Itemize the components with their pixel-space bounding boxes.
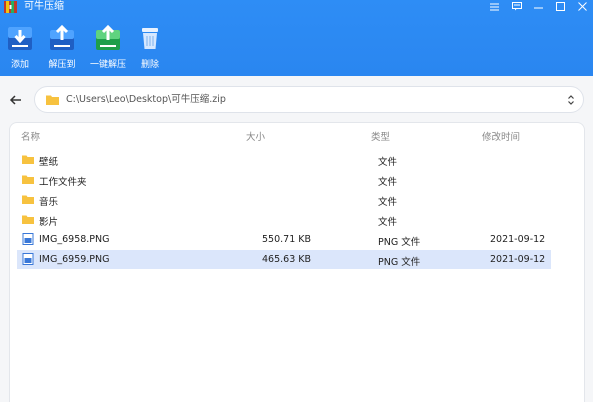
extract-to-button[interactable]: 解压到	[40, 22, 84, 74]
file-name: 影片	[39, 217, 59, 228]
file-size: 465.63 KB	[262, 254, 312, 265]
toolbar: 添加 解压到 一键解压 删除	[0, 22, 168, 74]
folder-icon	[22, 195, 34, 204]
extract-to-icon	[47, 22, 77, 54]
file-modified: 2021-09-12	[490, 254, 546, 265]
minimize-button[interactable]	[532, 0, 545, 13]
file-type: 文件	[378, 217, 398, 228]
path-dropdown-icon[interactable]	[567, 94, 575, 106]
add-icon	[5, 22, 35, 54]
title-bar: 可牛压缩	[0, 0, 593, 14]
file-name: IMG_6958.PNG	[39, 234, 110, 245]
file-row[interactable]: 壁纸 文件	[17, 150, 551, 169]
image-file-icon	[22, 233, 34, 245]
folder-icon	[22, 215, 34, 224]
file-size: 550.71 KB	[262, 234, 312, 245]
file-row[interactable]: 工作文件夹 文件	[17, 170, 551, 189]
file-type: 文件	[378, 197, 398, 208]
add-button[interactable]: 添加	[0, 22, 40, 74]
one-click-extract-button[interactable]: 一键解压	[84, 22, 132, 74]
address-bar[interactable]: C:\Users\Leo\Desktop\可牛压缩.zip	[34, 86, 584, 113]
trash-icon	[135, 22, 165, 54]
file-name: 音乐	[39, 197, 59, 208]
file-name: 工作文件夹	[39, 177, 87, 188]
file-name: 壁纸	[39, 157, 59, 168]
file-row[interactable]: IMG_6958.PNG 550.71 KB PNG 文件 2021-09-12	[17, 230, 551, 249]
folder-icon	[22, 155, 34, 164]
file-row[interactable]: IMG_6959.PNG 465.63 KB PNG 文件 2021-09-12	[17, 250, 551, 269]
file-type: PNG 文件	[378, 237, 421, 248]
file-type: 文件	[378, 157, 398, 168]
address-row: C:\Users\Leo\Desktop\可牛压缩.zip	[0, 86, 593, 114]
column-name-header[interactable]: 名称	[21, 129, 40, 143]
menu-icon[interactable]	[488, 0, 501, 13]
image-file-icon	[22, 253, 34, 265]
column-modified-header[interactable]: 修改时间	[482, 129, 520, 143]
file-row[interactable]: 音乐 文件	[17, 190, 551, 209]
file-type: 文件	[378, 177, 398, 188]
file-row[interactable]: 影片 文件	[17, 210, 551, 229]
folder-icon	[46, 95, 59, 105]
one-click-extract-icon	[93, 22, 123, 54]
file-modified: 2021-09-12	[490, 234, 546, 245]
maximize-button[interactable]	[554, 0, 567, 13]
window-title: 可牛压缩	[24, 1, 64, 12]
column-type-header[interactable]: 类型	[371, 129, 390, 143]
folder-icon	[22, 175, 34, 184]
back-arrow-icon[interactable]	[8, 92, 24, 108]
top-bar: 可牛压缩 添加 解压到 一键解压 删除	[0, 0, 593, 76]
close-button[interactable]	[576, 0, 589, 13]
file-list-panel: 名称 大小 类型 修改时间 壁纸 文件 工作文件夹 文件 音乐 文件 影片 文件 IMG_695…	[9, 122, 585, 402]
file-list-header: 名称 大小 类型 修改时间	[10, 123, 584, 147]
feedback-icon[interactable]	[510, 0, 523, 13]
archive-path: C:\Users\Leo\Desktop\可牛压缩.zip	[66, 94, 226, 105]
delete-button[interactable]: 删除	[132, 22, 168, 74]
app-logo-icon	[4, 1, 17, 13]
file-type: PNG 文件	[378, 257, 421, 268]
file-name: IMG_6959.PNG	[39, 254, 110, 265]
column-size-header[interactable]: 大小	[246, 129, 265, 143]
